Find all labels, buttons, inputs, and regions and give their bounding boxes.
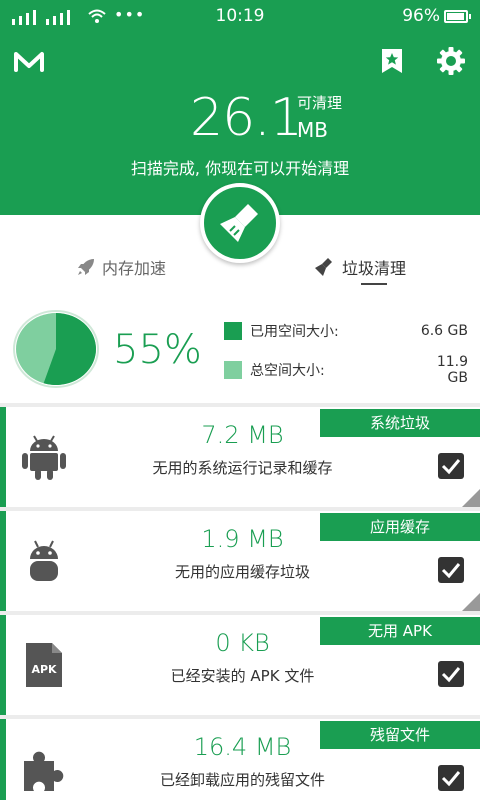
used-percent: 55%: [113, 327, 202, 373]
junk-item-app-cache[interactable]: 应用缓存 1.9 MB 无用的应用缓存垃圾: [0, 511, 480, 611]
item-description: 已经安装的 APK 文件: [170, 667, 315, 685]
item-size: 1.9 MB: [201, 525, 284, 553]
legend-used: 已用空间大小: 6.6 GB: [224, 321, 468, 341]
storage-pie-chart: [13, 310, 99, 388]
clean-size-caption: 可清理: [297, 94, 343, 112]
android-head-icon: [30, 540, 58, 581]
item-accent-stripe: [0, 407, 6, 507]
item-checkbox[interactable]: [438, 661, 464, 687]
total-space-label: 总空间大小:: [250, 363, 325, 379]
expand-corner-icon[interactable]: [462, 489, 480, 507]
junk-item-system[interactable]: 系统垃圾 7.2 MB 无用的系统运行记录和缓存: [0, 407, 480, 507]
item-accent-stripe: [0, 615, 6, 715]
android-icon: [22, 435, 66, 480]
item-description: 无用的系统运行记录和缓存: [152, 459, 333, 477]
puzzle-icon: [24, 751, 64, 791]
expand-corner-icon[interactable]: [462, 593, 480, 611]
broom-icon: [315, 258, 332, 276]
item-description: 无用的应用缓存垃圾: [174, 563, 310, 581]
app-logo-icon: [14, 52, 44, 72]
tab-junk-clean-label: 垃圾清理: [342, 259, 407, 278]
item-checkbox[interactable]: [438, 765, 464, 791]
item-size: 16.4 MB: [193, 733, 292, 761]
status-bar: ••• 10:19 96%: [0, 0, 480, 34]
rocket-icon: [78, 259, 94, 275]
tab-memory-boost-label: 内存加速: [102, 259, 167, 278]
clean-button[interactable]: [200, 183, 280, 263]
legend-total: 总空间大小: 11.9 GB: [224, 354, 468, 386]
item-description: 已经卸载应用的残留文件: [159, 771, 325, 789]
clean-size-unit: MB: [297, 118, 328, 142]
legend-total-swatch: [224, 361, 242, 379]
clean-size-value: 26.1: [190, 88, 303, 148]
apk-file-icon: APK: [26, 643, 62, 687]
scan-complete-message: 扫描完成, 你现在可以开始清理: [130, 159, 350, 178]
bookmark-star-icon[interactable]: [380, 48, 404, 74]
item-checkbox[interactable]: [438, 453, 464, 479]
apk-icon-label: APK: [31, 663, 57, 676]
item-accent-stripe: [0, 719, 6, 800]
tab-junk-clean[interactable]: 垃圾清理: [314, 255, 406, 279]
junk-item-useless-apk[interactable]: 无用 APK APK 0 KB 已经安装的 APK 文件: [0, 615, 480, 715]
used-space-label: 已用空间大小:: [250, 324, 339, 340]
settings-gear-icon[interactable]: [436, 46, 466, 76]
total-space-value: 11.9 GB: [436, 354, 468, 386]
item-accent-stripe: [0, 511, 6, 611]
tab-memory-boost[interactable]: 内存加速: [76, 255, 166, 279]
broom-icon: [220, 204, 258, 242]
item-checkbox[interactable]: [438, 557, 464, 583]
battery-percent: 96%: [402, 6, 440, 26]
used-space-value: 6.6 GB: [420, 323, 468, 339]
item-size: 7.2 MB: [201, 421, 284, 449]
tab-selected-indicator: [361, 283, 387, 285]
storage-summary: 55% 已用空间大小: 6.6 GB 总空间大小: 11.9 GB: [0, 295, 480, 403]
legend-used-swatch: [224, 322, 242, 340]
item-size: 0 KB: [215, 629, 270, 657]
battery-icon: [444, 10, 471, 23]
junk-item-residual-files[interactable]: 残留文件 16.4 MB 已经卸载应用的残留文件: [0, 719, 480, 800]
